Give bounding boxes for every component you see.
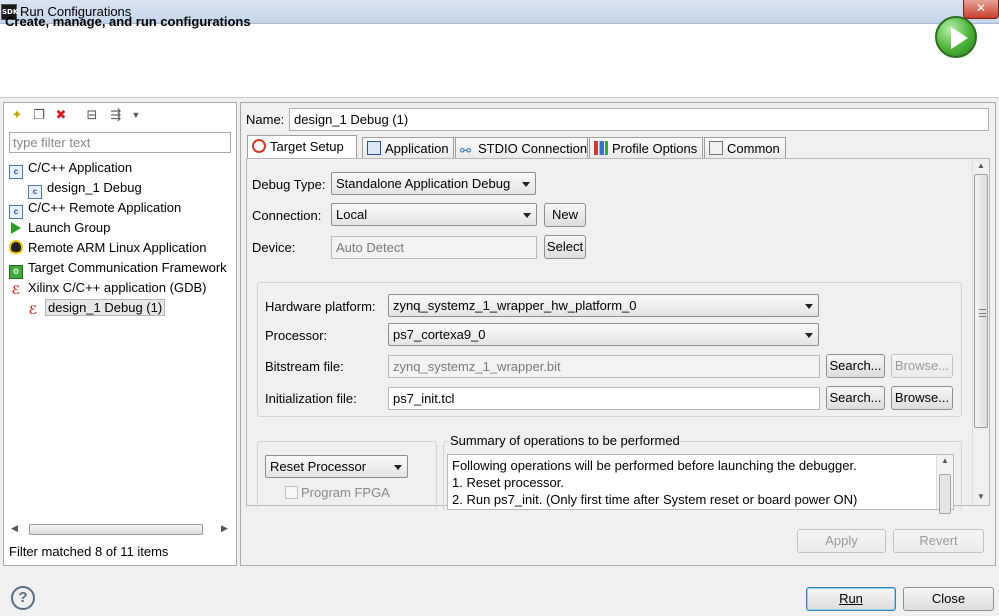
scroll-up-icon[interactable]: ▲ [977, 161, 985, 170]
collapse-all-icon[interactable]: ⊟ [84, 107, 100, 123]
summary-title: Summary of operations to be performed [450, 433, 680, 448]
tab-target-setup[interactable]: Target Setup [247, 135, 357, 159]
scroll-thumb[interactable] [939, 474, 951, 514]
tab-common[interactable]: Common [704, 137, 786, 159]
init-file-input[interactable]: ps7_init.tcl [388, 387, 820, 410]
application-icon [367, 141, 381, 155]
tab-stdio-connection[interactable]: ⚯ STDIO Connection [455, 137, 588, 159]
summary-text: Following operations will be performed b… [447, 454, 954, 510]
target-icon [252, 139, 266, 153]
device-label: Device: [252, 240, 296, 255]
filter-input[interactable] [9, 132, 231, 153]
tree-item-cpp-remote-application[interactable]: c C/C++ Remote Application [9, 198, 181, 219]
bitstream-search-button[interactable]: Search... [826, 354, 885, 378]
tree-item-tcf[interactable]: ⚙ Target Communication Framework [9, 258, 227, 279]
delete-icon[interactable]: ✖ [53, 107, 69, 123]
processor-select[interactable]: ps7_cortexa9_0 [388, 323, 819, 346]
scroll-thumb[interactable] [29, 524, 203, 535]
summary-line: Following operations will be performed b… [452, 458, 857, 473]
scroll-thumb[interactable] [974, 174, 988, 428]
scroll-down-icon[interactable]: ▼ [977, 492, 985, 501]
bitstream-label: Bitstream file: [265, 359, 344, 374]
new-config-icon[interactable]: ✦ [9, 107, 25, 123]
debug-type-label: Debug Type: [252, 177, 326, 192]
chevron-down-icon[interactable]: ▼ [128, 107, 144, 123]
tree-horizontal-scrollbar[interactable]: ◀ ▶ [9, 521, 231, 538]
name-input[interactable]: design_1 Debug (1) [289, 108, 989, 131]
c-app-icon: c [9, 205, 23, 219]
apply-button: Apply [797, 529, 886, 553]
bitstream-browse-button: Browse... [891, 354, 953, 378]
chevron-down-icon [805, 304, 813, 309]
name-label: Name: [246, 112, 285, 127]
run-banner-icon [935, 16, 977, 58]
new-connection-button[interactable]: New [544, 203, 586, 227]
bitstream-field: zynq_systemz_1_wrapper.bit [388, 355, 820, 378]
program-fpga-checkbox [285, 486, 298, 499]
grip-icon [979, 309, 986, 317]
scroll-up-icon[interactable]: ▲ [941, 456, 949, 465]
tree-item-launch-group[interactable]: Launch Group [9, 218, 110, 237]
chevron-down-icon [522, 182, 530, 187]
program-fpga-label: Program FPGA [301, 485, 390, 500]
chevron-down-icon [394, 465, 402, 470]
common-icon [709, 141, 723, 155]
c-app-icon: c [28, 185, 42, 199]
profile-icon [594, 141, 608, 155]
tree-item-cpp-application[interactable]: c C/C++ Application [9, 158, 132, 179]
linux-icon [9, 240, 23, 254]
left-toolbar: ✦ ❐ ✖ ⊟ ⇶ ▼ [4, 103, 234, 127]
tcf-icon: ⚙ [9, 265, 23, 279]
tree-item-design1-debug-1[interactable]: ℰdesign_1 Debug (1) [26, 298, 166, 317]
duplicate-icon[interactable]: ❐ [31, 107, 47, 123]
init-file-label: Initialization file: [265, 391, 357, 406]
debug-type-select[interactable]: Standalone Application Debug [331, 172, 536, 195]
hw-platform-label: Hardware platform: [265, 299, 376, 314]
run-button[interactable]: Run [806, 587, 896, 611]
summary-line: 2. Run ps7_init. (Only first time after … [452, 492, 858, 507]
summary-line: 1. Reset processor. [452, 475, 564, 490]
tab-application[interactable]: Application [362, 137, 454, 159]
connection-icon: ⚯ [460, 143, 471, 158]
tree-item-xilinx-gdb[interactable]: ℰ Xilinx C/C++ application (GDB) [9, 278, 207, 297]
chevron-down-icon [805, 333, 813, 338]
filter-icon[interactable]: ⇶ [108, 107, 124, 123]
chevron-down-icon [523, 213, 531, 218]
close-button[interactable]: Close [903, 587, 994, 611]
filter-status: Filter matched 8 of 11 items [9, 544, 169, 559]
select-device-button[interactable]: Select [544, 235, 586, 259]
hw-platform-select[interactable]: zynq_systemz_1_wrapper_hw_platform_0 [388, 294, 819, 317]
launch-group-icon [9, 221, 23, 235]
scroll-right-icon[interactable]: ▶ [221, 523, 228, 534]
processor-label: Processor: [265, 328, 328, 343]
init-search-button[interactable]: Search... [826, 386, 885, 410]
tab-profile-options[interactable]: Profile Options [589, 137, 703, 159]
header-title: Create, manage, and run configurations [5, 14, 251, 29]
revert-button: Revert [893, 529, 984, 553]
tree-item-remote-arm-linux[interactable]: Remote ARM Linux Application [9, 238, 206, 257]
connection-select[interactable]: Local [331, 203, 537, 226]
xilinx-gdb-icon: ℰ [28, 303, 38, 317]
init-browse-button[interactable]: Browse... [891, 386, 953, 410]
device-field: Auto Detect [331, 236, 537, 259]
connection-label: Connection: [252, 208, 322, 223]
tree-item-design1-debug[interactable]: c design_1 Debug [28, 178, 142, 199]
window-close-button[interactable]: ✕ [963, 0, 999, 19]
content-scrollbar[interactable]: ▲ ▼ [972, 160, 989, 505]
reset-select[interactable]: Reset Processor [265, 455, 408, 478]
dialog-header [0, 24, 999, 98]
scroll-left-icon[interactable]: ◀ [11, 523, 18, 534]
c-app-icon: c [9, 165, 23, 179]
xilinx-gdb-icon: ℰ [11, 283, 21, 297]
summary-scrollbar[interactable]: ▲ [936, 455, 953, 514]
help-icon[interactable]: ? [11, 586, 35, 610]
